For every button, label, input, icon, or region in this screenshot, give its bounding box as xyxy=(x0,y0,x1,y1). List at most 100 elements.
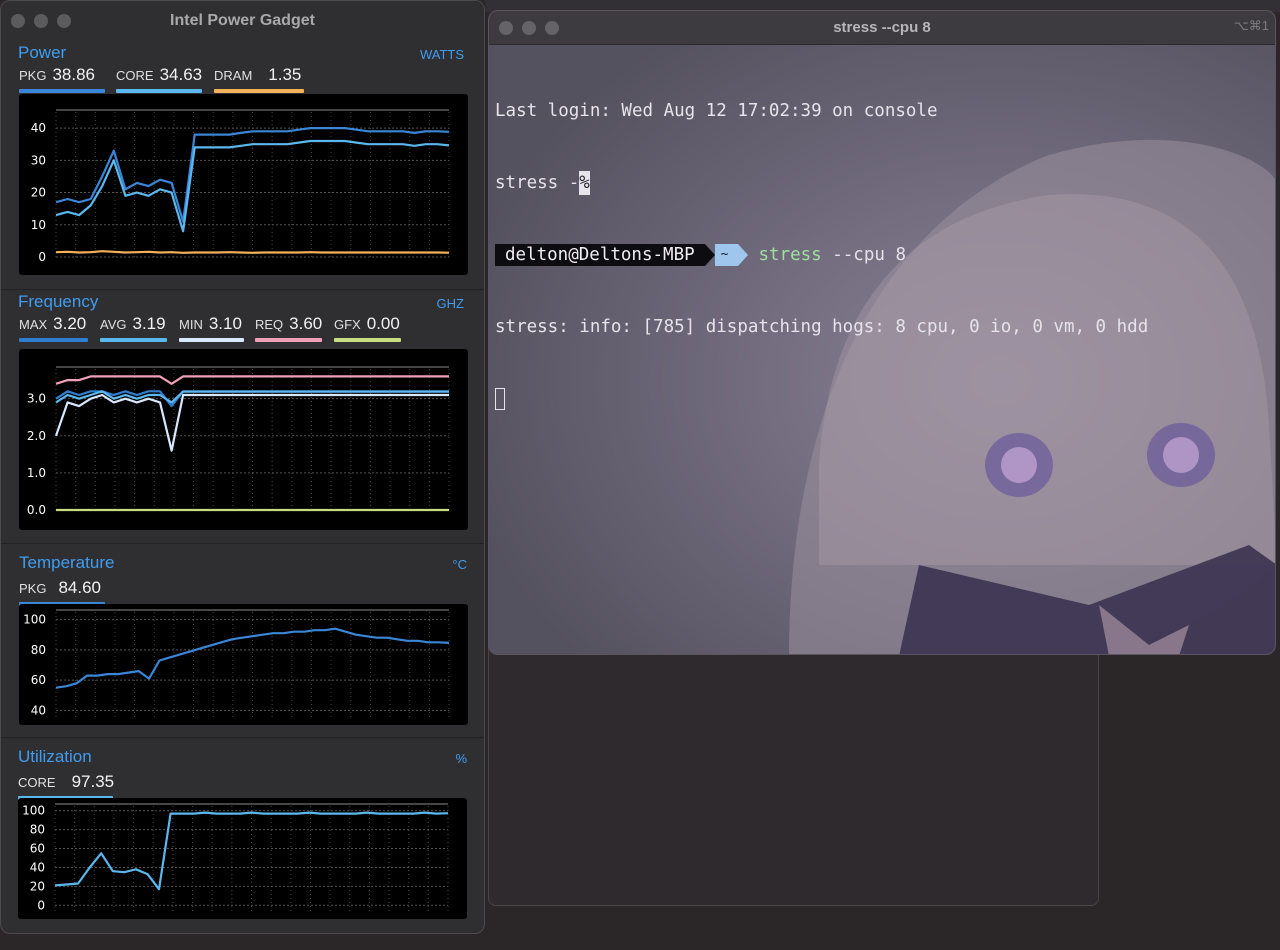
command-name: stress xyxy=(758,245,822,265)
power-section: Power WATTS PKG 38.86 CORE 34.63 DRAM 1.35 … xyxy=(1,41,484,289)
terminal-line xyxy=(495,387,1275,411)
terminal-cursor xyxy=(495,388,505,410)
y-tick-label: 3.0 xyxy=(27,392,46,406)
y-tick-label: 100 xyxy=(22,804,45,818)
metric-value: 97.35 xyxy=(71,772,115,791)
y-tick-label: 0 xyxy=(38,250,46,264)
metric-label: MAX xyxy=(19,317,48,332)
y-tick-label: 80 xyxy=(31,643,46,657)
window-title: Intel Power Gadget xyxy=(170,12,315,29)
power-unit: WATTS xyxy=(419,47,464,62)
metric-label: REQ xyxy=(255,317,284,332)
prompt-line: delton@Deltons-MBP ~ stress --cpu 8 xyxy=(495,243,1275,267)
series-line-pkg xyxy=(55,627,450,689)
y-tick-label: 30 xyxy=(31,153,46,167)
y-tick-label: 2.0 xyxy=(27,429,46,443)
y-tick-label: 60 xyxy=(31,673,46,687)
metric-color-bar xyxy=(179,338,244,342)
metric-gfx-freq: GFX 0.00 xyxy=(334,314,401,342)
y-tick-label: 40 xyxy=(31,121,46,135)
metric-color-bar xyxy=(116,89,202,93)
metric-value: 3.10 xyxy=(208,314,242,333)
temperature-title: Temperature xyxy=(19,553,115,572)
metric-label: GFX xyxy=(334,317,361,332)
y-tick-label: 40 xyxy=(30,860,45,874)
y-tick-label: 100 xyxy=(23,613,46,627)
terminal-titlebar: stress --cpu 8 ⌥⌘1 xyxy=(489,11,1275,45)
series-line-avg xyxy=(55,390,449,404)
metric-color-bar xyxy=(100,338,167,342)
terminal-window: stress --cpu 8 ⌥⌘1 Last login: Wed Aug 1… xyxy=(488,10,1276,655)
terminal-line: Last login: Wed Aug 12 17:02:39 on conso… xyxy=(495,99,1275,123)
metric-value: 38.86 xyxy=(52,65,96,84)
metric-value: 3.60 xyxy=(289,314,323,333)
power-title: Power xyxy=(18,43,67,62)
terminal-line: stress: info: [785] dispatching hogs: 8 … xyxy=(495,315,1275,339)
power-gadget-window: Intel Power Gadget Power WATTS PKG 38.86 … xyxy=(0,0,485,934)
y-tick-label: 20 xyxy=(31,186,46,200)
metric-color-bar xyxy=(255,338,322,342)
metric-value: 34.63 xyxy=(159,65,203,84)
temperature-chart-svg: 100 80 60 40 xyxy=(23,609,450,720)
temperature-graph: 100 80 60 40 xyxy=(19,604,468,725)
background-window xyxy=(488,640,1099,906)
y-tick-label: 60 xyxy=(30,842,45,856)
inverse-percent-marker: % xyxy=(579,171,590,195)
metric-value: 1.35 xyxy=(268,65,302,84)
utilization-title: Utilization xyxy=(18,747,92,766)
metric-value: 3.19 xyxy=(132,314,166,333)
frequency-title: Frequency xyxy=(18,292,99,311)
utilization-unit: % xyxy=(455,751,467,766)
previous-command: stress - xyxy=(495,173,580,193)
series-line-dram xyxy=(55,250,450,254)
stress-output: stress: info: [785] dispatching hogs: 8 … xyxy=(495,317,1149,337)
metric-core-power: CORE 34.63 xyxy=(116,65,203,93)
metric-label: PKG xyxy=(19,581,47,596)
frequency-graph: 3.0 2.0 1.0 0.0 xyxy=(19,349,468,530)
power-gadget-titlebar: Intel Power Gadget xyxy=(1,1,484,41)
y-tick-label: 0.0 xyxy=(27,503,46,517)
prompt-separator-icon xyxy=(738,244,749,266)
metric-label: PKG xyxy=(19,68,47,83)
power-graph: 40 30 20 10 0 xyxy=(19,94,468,275)
temperature-unit: °C xyxy=(452,557,467,572)
frequency-section: Frequency GHZ MAX 3.20 AVG 3.19 MIN 3.10 RE… xyxy=(1,289,484,543)
utilization-graph: 100 80 60 40 20 0 xyxy=(18,798,467,919)
metric-value: 3.20 xyxy=(53,314,87,333)
utilization-section: Utilization % CORE 97.35 100 80 60 40 20 0 xyxy=(1,737,484,933)
metric-req-freq: REQ 3.60 xyxy=(255,314,323,342)
metric-min-freq: MIN 3.10 xyxy=(179,314,244,342)
y-tick-label: 80 xyxy=(30,823,45,837)
terminal-output[interactable]: Last login: Wed Aug 12 17:02:39 on conso… xyxy=(495,51,1275,459)
y-tick-label: 20 xyxy=(30,879,45,893)
prompt-user-segment: delton@Deltons-MBP xyxy=(495,244,705,266)
y-tick-label: 10 xyxy=(31,218,46,232)
series-line-pkg xyxy=(55,126,450,223)
series-line-min xyxy=(54,393,449,452)
metric-pkg-temp: PKG 84.60 xyxy=(19,578,105,606)
metric-label: AVG xyxy=(100,317,127,332)
metric-pkg-power: PKG 38.86 xyxy=(19,65,105,93)
y-tick-label: 40 xyxy=(31,703,46,717)
metric-label: CORE xyxy=(18,775,56,790)
metric-avg-freq: AVG 3.19 xyxy=(100,314,167,342)
metric-dram-power: DRAM 1.35 xyxy=(214,65,304,93)
prompt-separator-icon xyxy=(704,244,715,266)
y-tick-label: 1.0 xyxy=(27,466,46,480)
metric-label: CORE xyxy=(116,68,154,83)
last-login-text: Last login: Wed Aug 12 17:02:39 on conso… xyxy=(495,101,938,121)
utilization-chart-svg: 100 80 60 40 20 0 xyxy=(22,803,449,912)
frequency-chart-svg: 3.0 2.0 1.0 0.0 xyxy=(27,366,450,517)
metric-core-util: CORE 97.35 xyxy=(18,772,115,800)
terminal-shortcut: ⌥⌘1 xyxy=(1233,18,1269,33)
metric-color-bar xyxy=(19,338,88,342)
metric-label: MIN xyxy=(179,317,203,332)
power-chart-svg: 40 30 20 10 0 xyxy=(31,109,450,264)
metric-color-bar xyxy=(19,89,105,93)
metric-color-bar xyxy=(214,89,304,93)
frequency-unit: GHZ xyxy=(436,296,464,311)
metric-value: 84.60 xyxy=(58,578,102,597)
y-tick-label: 0 xyxy=(37,898,45,912)
metric-max-freq: MAX 3.20 xyxy=(19,314,88,342)
command-args: --cpu 8 xyxy=(821,245,906,265)
